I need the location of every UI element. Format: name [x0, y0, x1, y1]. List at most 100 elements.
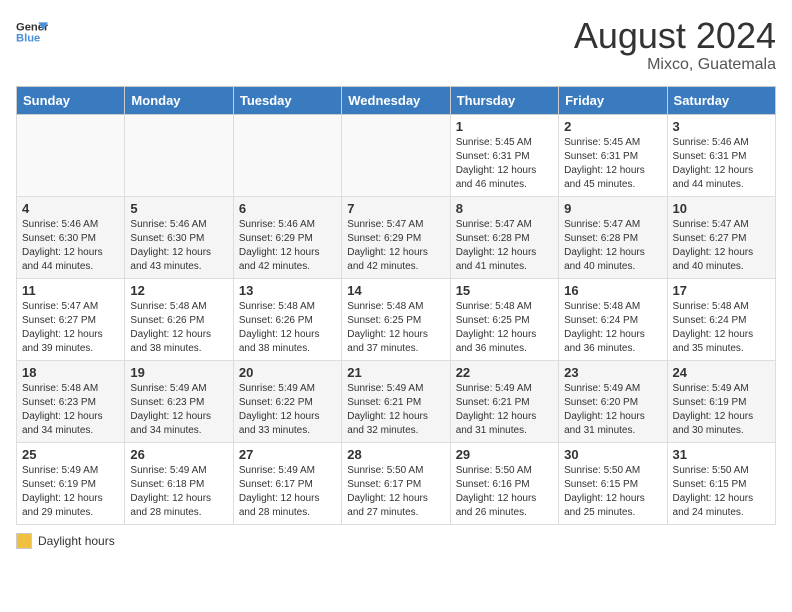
calendar-cell: 28 Sunrise: 5:50 AM Sunset: 6:17 PM Dayli…: [342, 442, 450, 524]
col-friday: Friday: [559, 86, 667, 114]
calendar-cell: 24Sunrise: 5:49 AM Sunset: 6:19 PM Dayli…: [667, 360, 775, 442]
legend: Daylight hours: [16, 533, 776, 549]
day-detail: Sunrise: 5:50 AM Sunset: 6:16 PM Dayligh…: [456, 464, 553, 520]
day-number: 2: [564, 119, 661, 134]
day-number: 25: [22, 447, 119, 462]
calendar-cell: 26Sunrise: 5:49 AM Sunset: 6:18 PM Dayli…: [125, 442, 233, 524]
calendar-cell: 4Sunrise: 5:46 AM Sunset: 6:30 PM Daylig…: [17, 196, 125, 278]
day-number: 17: [673, 283, 770, 298]
location: Mixco, Guatemala: [574, 56, 776, 74]
calendar-cell: 3 Sunrise: 5:46 AM Sunset: 6:31 PM Daylig…: [667, 114, 775, 196]
day-detail: Sunrise: 5:46 AM Sunset: 6:29 PM Dayligh…: [239, 218, 336, 274]
day-detail: Sunrise: 5:48 AM Sunset: 6:25 PM Dayligh…: [456, 300, 553, 356]
day-detail: Sunrise: 5:50 AM Sunset: 6:15 PM Dayligh…: [673, 464, 770, 520]
day-detail: Sunrise: 5:48 AM Sunset: 6:24 PM Dayligh…: [673, 300, 770, 356]
calendar-week-4: 18 Sunrise: 5:48 AM Sunset: 6:23 PM Dayli…: [17, 360, 776, 442]
day-number: 12: [130, 283, 227, 298]
calendar-cell: [125, 114, 233, 196]
calendar-table: Sunday Monday Tuesday Wednesday Thursday…: [16, 86, 776, 525]
day-detail: Sunrise: 5:48 AM Sunset: 6:23 PM Dayligh…: [22, 382, 119, 438]
calendar-cell: 29 Sunrise: 5:50 AM Sunset: 6:16 PM Dayli…: [450, 442, 558, 524]
calendar-header-row: Sunday Monday Tuesday Wednesday Thursday…: [17, 86, 776, 114]
calendar-cell: 15 Sunrise: 5:48 AM Sunset: 6:25 PM Dayli…: [450, 278, 558, 360]
legend-icon: [16, 533, 32, 549]
calendar-cell: 6Sunrise: 5:46 AM Sunset: 6:29 PM Daylig…: [233, 196, 341, 278]
day-number: 9: [564, 201, 661, 216]
calendar-cell: 5 Sunrise: 5:46 AM Sunset: 6:30 PM Daylig…: [125, 196, 233, 278]
day-detail: Sunrise: 5:46 AM Sunset: 6:31 PM Dayligh…: [673, 136, 770, 192]
day-number: 30: [564, 447, 661, 462]
calendar-week-3: 11 Sunrise: 5:47 AM Sunset: 6:27 PM Dayli…: [17, 278, 776, 360]
title-block: August 2024 Mixco, Guatemala: [574, 16, 776, 74]
calendar-cell: 7 Sunrise: 5:47 AM Sunset: 6:29 PM Daylig…: [342, 196, 450, 278]
day-detail: Sunrise: 5:49 AM Sunset: 6:18 PM Dayligh…: [130, 464, 227, 520]
day-number: 23: [564, 365, 661, 380]
day-detail: Sunrise: 5:46 AM Sunset: 6:30 PM Dayligh…: [22, 218, 119, 274]
day-detail: Sunrise: 5:50 AM Sunset: 6:17 PM Dayligh…: [347, 464, 444, 520]
day-number: 11: [22, 283, 119, 298]
day-number: 1: [456, 119, 553, 134]
calendar-cell: 20Sunrise: 5:49 AM Sunset: 6:22 PM Dayli…: [233, 360, 341, 442]
calendar-cell: 8Sunrise: 5:47 AM Sunset: 6:28 PM Daylig…: [450, 196, 558, 278]
day-number: 15: [456, 283, 553, 298]
logo-icon: General Blue: [16, 16, 48, 48]
day-number: 20: [239, 365, 336, 380]
day-number: 28: [347, 447, 444, 462]
calendar-cell: [342, 114, 450, 196]
day-number: 7: [347, 201, 444, 216]
day-number: 3: [673, 119, 770, 134]
col-monday: Monday: [125, 86, 233, 114]
day-detail: Sunrise: 5:48 AM Sunset: 6:26 PM Dayligh…: [239, 300, 336, 356]
day-detail: Sunrise: 5:48 AM Sunset: 6:24 PM Dayligh…: [564, 300, 661, 356]
day-number: 10: [673, 201, 770, 216]
day-detail: Sunrise: 5:48 AM Sunset: 6:26 PM Dayligh…: [130, 300, 227, 356]
day-number: 29: [456, 447, 553, 462]
day-number: 19: [130, 365, 227, 380]
calendar-cell: 11 Sunrise: 5:47 AM Sunset: 6:27 PM Dayli…: [17, 278, 125, 360]
calendar-cell: 10 Sunrise: 5:47 AM Sunset: 6:27 PM Dayli…: [667, 196, 775, 278]
day-detail: Sunrise: 5:49 AM Sunset: 6:19 PM Dayligh…: [22, 464, 119, 520]
calendar-cell: [233, 114, 341, 196]
day-number: 14: [347, 283, 444, 298]
day-detail: Sunrise: 5:48 AM Sunset: 6:25 PM Dayligh…: [347, 300, 444, 356]
svg-text:Blue: Blue: [16, 33, 40, 45]
day-number: 16: [564, 283, 661, 298]
day-number: 27: [239, 447, 336, 462]
calendar-cell: 27Sunrise: 5:49 AM Sunset: 6:17 PM Dayli…: [233, 442, 341, 524]
calendar-cell: [17, 114, 125, 196]
calendar-cell: 31 Sunrise: 5:50 AM Sunset: 6:15 PM Dayli…: [667, 442, 775, 524]
page-header: General Blue August 2024 Mixco, Guatemal…: [16, 16, 776, 74]
day-detail: Sunrise: 5:46 AM Sunset: 6:30 PM Dayligh…: [130, 218, 227, 274]
calendar-week-1: 1 Sunrise: 5:45 AM Sunset: 6:31 PM Daylig…: [17, 114, 776, 196]
day-number: 8: [456, 201, 553, 216]
day-detail: Sunrise: 5:49 AM Sunset: 6:20 PM Dayligh…: [564, 382, 661, 438]
day-detail: Sunrise: 5:47 AM Sunset: 6:27 PM Dayligh…: [22, 300, 119, 356]
calendar-cell: 14 Sunrise: 5:48 AM Sunset: 6:25 PM Dayli…: [342, 278, 450, 360]
day-detail: Sunrise: 5:47 AM Sunset: 6:28 PM Dayligh…: [564, 218, 661, 274]
calendar-cell: 21Sunrise: 5:49 AM Sunset: 6:21 PM Dayli…: [342, 360, 450, 442]
day-number: 18: [22, 365, 119, 380]
calendar-cell: 23 Sunrise: 5:49 AM Sunset: 6:20 PM Dayli…: [559, 360, 667, 442]
day-number: 21: [347, 365, 444, 380]
logo: General Blue: [16, 16, 48, 48]
day-number: 22: [456, 365, 553, 380]
day-detail: Sunrise: 5:47 AM Sunset: 6:29 PM Dayligh…: [347, 218, 444, 274]
day-detail: Sunrise: 5:45 AM Sunset: 6:31 PM Dayligh…: [456, 136, 553, 192]
calendar-cell: 16 Sunrise: 5:48 AM Sunset: 6:24 PM Dayli…: [559, 278, 667, 360]
day-detail: Sunrise: 5:49 AM Sunset: 6:19 PM Dayligh…: [673, 382, 770, 438]
day-number: 31: [673, 447, 770, 462]
calendar-week-5: 25 Sunrise: 5:49 AM Sunset: 6:19 PM Dayli…: [17, 442, 776, 524]
day-detail: Sunrise: 5:47 AM Sunset: 6:27 PM Dayligh…: [673, 218, 770, 274]
calendar-cell: 9 Sunrise: 5:47 AM Sunset: 6:28 PM Daylig…: [559, 196, 667, 278]
calendar-cell: 18 Sunrise: 5:48 AM Sunset: 6:23 PM Dayli…: [17, 360, 125, 442]
calendar-cell: 12 Sunrise: 5:48 AM Sunset: 6:26 PM Dayli…: [125, 278, 233, 360]
day-number: 5: [130, 201, 227, 216]
legend-label: Daylight hours: [38, 534, 115, 548]
col-saturday: Saturday: [667, 86, 775, 114]
col-sunday: Sunday: [17, 86, 125, 114]
calendar-cell: 2Sunrise: 5:45 AM Sunset: 6:31 PM Daylig…: [559, 114, 667, 196]
day-detail: Sunrise: 5:50 AM Sunset: 6:15 PM Dayligh…: [564, 464, 661, 520]
calendar-cell: 13Sunrise: 5:48 AM Sunset: 6:26 PM Dayli…: [233, 278, 341, 360]
calendar-cell: 17 Sunrise: 5:48 AM Sunset: 6:24 PM Dayli…: [667, 278, 775, 360]
calendar-cell: 19Sunrise: 5:49 AM Sunset: 6:23 PM Dayli…: [125, 360, 233, 442]
